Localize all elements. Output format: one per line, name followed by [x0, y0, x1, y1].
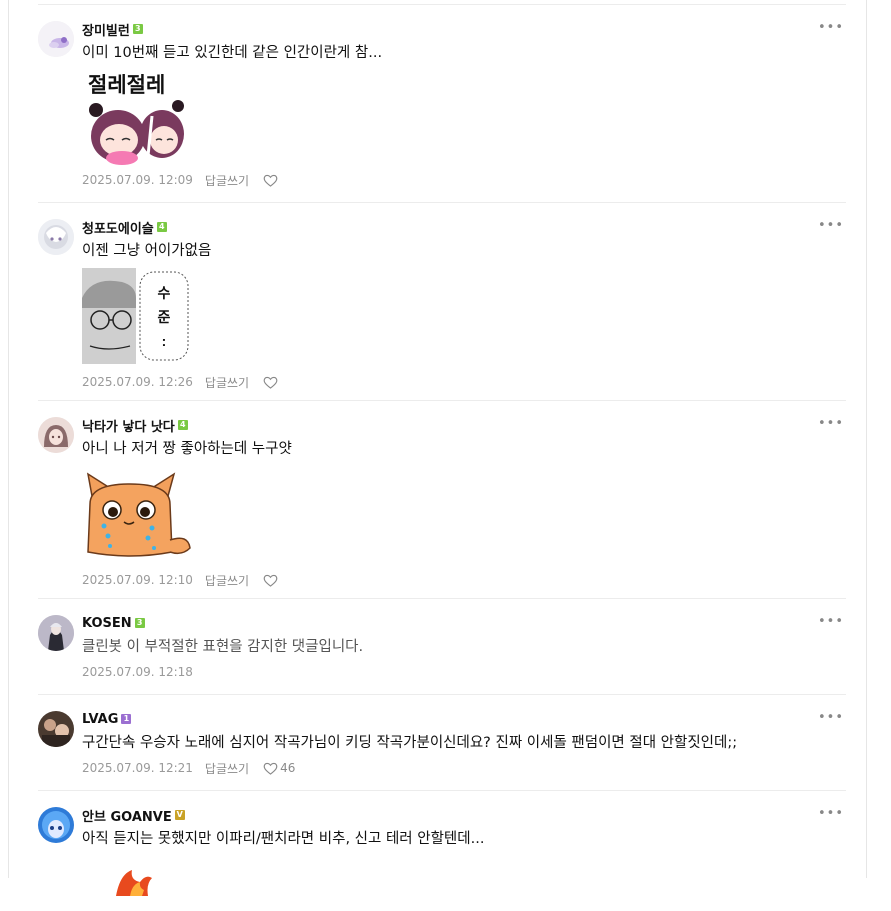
- comment-list: ••• 장미빌런 3 이미 10번째 듣고 있긴한데 같은 인간이란게 참...…: [38, 4, 846, 911]
- sticker-image: 수 준 :: [82, 268, 194, 368]
- cleanbot-notice: 클린봇 이 부적절한 표현을 감지한 댓글입니다.: [82, 639, 364, 655]
- level-badge: 3: [134, 618, 145, 628]
- avatar[interactable]: [38, 807, 74, 843]
- level-badge: 1: [121, 714, 132, 724]
- heart-icon: [263, 174, 278, 187]
- comment-text: 구간단속 우승자 노래에 심지어 작곡가님이 키딩 작곡가분이신데요? 진짜 이…: [82, 735, 738, 751]
- comment-date: 2025.07.09. 12:18: [82, 665, 193, 679]
- level-badge: 4: [156, 222, 167, 232]
- avatar[interactable]: [38, 711, 74, 747]
- sticker-caption: :: [162, 333, 167, 349]
- comment-item: ••• 안브 GOANVE V 아직 듣지는 못했지만 이파리/팬치라면 비추,…: [38, 791, 846, 911]
- like-count: 46: [280, 761, 296, 775]
- level-badge: V: [174, 810, 185, 820]
- more-options-icon[interactable]: •••: [818, 417, 844, 430]
- like-button[interactable]: [263, 376, 278, 389]
- comment-date: 2025.07.09. 12:10: [82, 573, 193, 587]
- avatar[interactable]: [38, 417, 74, 453]
- nickname[interactable]: LVAG: [82, 712, 118, 727]
- comment-item: ••• KOSEN 3 클린봇 이 부적절한 표현을 감지한 댓글입니다. 20…: [38, 599, 846, 695]
- comment-date: 2025.07.09. 12:26: [82, 375, 193, 389]
- nickname[interactable]: 낙타가 낳다 낫다: [82, 416, 175, 435]
- comment-item: ••• 청포도에이슬 4 이젠 그냥 어이가없음 수 준: 2025.07.0…: [38, 203, 846, 401]
- avatar[interactable]: [38, 219, 74, 255]
- reply-button[interactable]: 답글쓰기: [205, 374, 249, 391]
- reply-button[interactable]: 답글쓰기: [205, 572, 249, 589]
- reply-button[interactable]: 답글쓰기: [205, 172, 249, 189]
- level-badge: 3: [132, 24, 143, 34]
- comment-text: 이미 10번째 듣고 있긴한데 같은 인간이란게 참...: [82, 45, 383, 61]
- like-button[interactable]: [263, 174, 278, 187]
- more-options-icon[interactable]: •••: [818, 21, 844, 34]
- nickname[interactable]: KOSEN: [82, 616, 132, 631]
- sticker-image: [82, 466, 194, 566]
- sticker-caption: 수: [158, 285, 171, 301]
- comment-text: 아직 듣지는 못했지만 이파리/팬치라면 비추, 신고 테러 안할텐데...: [82, 831, 485, 847]
- comment-item: ••• 낙타가 낳다 낫다 4 아니 나 저거 짱 좋아하는데 누구얏 2025…: [38, 401, 846, 599]
- heart-icon: [263, 376, 278, 389]
- avatar[interactable]: [38, 21, 74, 57]
- sticker-caption: 절레절레: [88, 74, 165, 97]
- like-button[interactable]: [263, 574, 278, 587]
- comment-date: 2025.07.09. 12:21: [82, 761, 193, 775]
- avatar[interactable]: [38, 615, 74, 651]
- reply-button[interactable]: 답글쓰기: [205, 760, 249, 777]
- comment-item: ••• 장미빌런 3 이미 10번째 듣고 있긴한데 같은 인간이란게 참...…: [38, 5, 846, 203]
- sticker-image: 절레절레: [82, 70, 194, 166]
- nickname[interactable]: 청포도에이슬: [82, 218, 154, 237]
- nickname[interactable]: 장미빌런: [82, 20, 130, 39]
- level-badge: 4: [177, 420, 188, 430]
- comment-date: 2025.07.09. 12:09: [82, 173, 193, 187]
- nickname[interactable]: 안브 GOANVE: [82, 806, 172, 825]
- comment-panel: ••• 장미빌런 3 이미 10번째 듣고 있긴한데 같은 인간이란게 참...…: [8, 0, 867, 896]
- heart-icon: [263, 762, 278, 775]
- sticker-caption: 준: [158, 309, 171, 325]
- sticker-image: [82, 856, 194, 896]
- heart-icon: [263, 574, 278, 587]
- more-options-icon[interactable]: •••: [818, 615, 844, 628]
- more-options-icon[interactable]: •••: [818, 219, 844, 232]
- more-options-icon[interactable]: •••: [818, 711, 844, 724]
- comment-text: 아니 나 저거 짱 좋아하는데 누구얏: [82, 441, 292, 457]
- comment-text: 이젠 그냥 어이가없음: [82, 243, 212, 259]
- more-options-icon[interactable]: •••: [818, 807, 844, 820]
- comment-item: ••• LVAG 1 구간단속 우승자 노래에 심지어 작곡가님이 키딩 작곡가…: [38, 695, 846, 791]
- like-button[interactable]: 46: [263, 761, 295, 775]
